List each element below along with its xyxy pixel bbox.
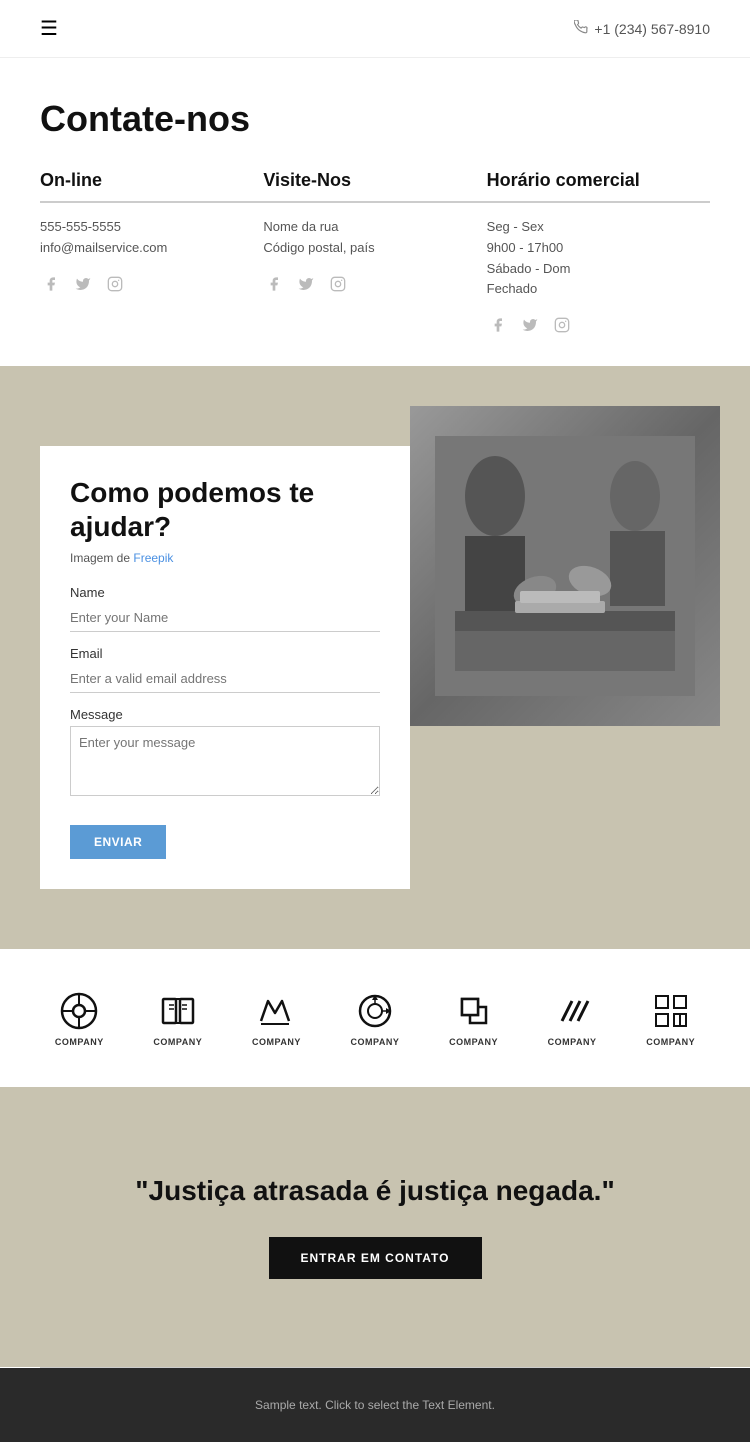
col-visit-heading: Visite-Nos (263, 170, 486, 191)
freepik-link[interactable]: Freepik (133, 551, 173, 565)
form-card: Como podemos te ajudar? Imagem de Freepi… (40, 446, 410, 889)
col-hours-weekend: Sábado - Dom (487, 259, 710, 280)
hero-image-placeholder (410, 406, 720, 726)
facebook-icon[interactable] (40, 273, 62, 295)
message-label: Message (70, 707, 380, 722)
logo-6[interactable]: COMPANY (548, 989, 597, 1047)
logo-4[interactable]: COMPANY (351, 989, 400, 1047)
twitter-icon-3[interactable] (519, 314, 541, 336)
twitter-icon[interactable] (72, 273, 94, 295)
contact-col-hours: Horário comercial Seg - Sex 9h00 - 17h00… (487, 170, 710, 336)
twitter-icon-2[interactable] (295, 273, 317, 295)
logo-6-label: COMPANY (548, 1037, 597, 1047)
logos-section: COMPANY COMPANY COMPANY (0, 949, 750, 1087)
col-hours-weekday-time: 9h00 - 17h00 (487, 238, 710, 259)
contact-section: Contate-nos On-line 555-555-5555 info@ma… (0, 58, 750, 366)
logo-1-label: COMPANY (55, 1037, 104, 1047)
col-visit-divider (263, 201, 486, 203)
header: ☰ +1 (234) 567-8910 (0, 0, 750, 58)
hero-image (410, 406, 720, 726)
logo-5[interactable]: COMPANY (449, 989, 498, 1047)
logo-7-label: COMPANY (646, 1037, 695, 1047)
logo-3-icon (254, 989, 298, 1033)
email-label: Email (70, 646, 380, 661)
message-input[interactable] (70, 726, 380, 796)
name-field-group: Name (70, 585, 380, 632)
footer: Sample text. Click to select the Text El… (0, 1368, 750, 1442)
col-visit-street: Nome da rua (263, 217, 486, 238)
logo-7[interactable]: COMPANY (646, 989, 695, 1047)
col-online-social (40, 273, 263, 295)
col-hours-closed: Fechado (487, 279, 710, 300)
contact-col-visit: Visite-Nos Nome da rua Código postal, pa… (263, 170, 486, 336)
email-field-group: Email (70, 646, 380, 693)
facebook-icon-3[interactable] (487, 314, 509, 336)
col-online-phone: 555-555-5555 (40, 217, 263, 238)
hamburger-menu[interactable]: ☰ (40, 16, 58, 41)
logo-2-icon (156, 989, 200, 1033)
logo-4-icon (353, 989, 397, 1033)
logo-3[interactable]: COMPANY (252, 989, 301, 1047)
quote-text: "Justiça atrasada é justiça negada." (135, 1175, 614, 1207)
logo-6-icon (550, 989, 594, 1033)
message-field-group: Message (70, 707, 380, 801)
col-visit-social (263, 273, 486, 295)
contact-button[interactable]: ENTRAR EM CONTATO (269, 1237, 482, 1279)
logo-1-icon (57, 989, 101, 1033)
logo-1[interactable]: COMPANY (55, 989, 104, 1047)
phone-area: +1 (234) 567-8910 (574, 20, 710, 37)
col-hours-social (487, 314, 710, 336)
footer-sample-text: Sample text. Click to select the Text El… (40, 1398, 710, 1412)
name-input[interactable] (70, 604, 380, 632)
form-heading: Como podemos te ajudar? (70, 476, 380, 543)
image-credit: Imagem de Freepik (70, 551, 380, 565)
col-online-heading: On-line (40, 170, 263, 191)
submit-button[interactable]: ENVIAR (70, 825, 166, 859)
facebook-icon-2[interactable] (263, 273, 285, 295)
instagram-icon-2[interactable] (327, 273, 349, 295)
col-online-divider (40, 201, 263, 203)
logo-2-label: COMPANY (153, 1037, 202, 1047)
phone-icon (574, 20, 588, 37)
col-hours-divider (487, 201, 710, 203)
name-label: Name (70, 585, 380, 600)
col-visit-postal: Código postal, país (263, 238, 486, 259)
logo-3-label: COMPANY (252, 1037, 301, 1047)
form-section: Como podemos te ajudar? Imagem de Freepi… (0, 366, 750, 949)
contact-columns: On-line 555-555-5555 info@mailservice.co… (40, 170, 710, 336)
logo-5-label: COMPANY (449, 1037, 498, 1047)
logo-7-icon (649, 989, 693, 1033)
col-hours-heading: Horário comercial (487, 170, 710, 191)
page-title: Contate-nos (40, 98, 710, 140)
instagram-icon[interactable] (104, 273, 126, 295)
contact-col-online: On-line 555-555-5555 info@mailservice.co… (40, 170, 263, 336)
logo-4-label: COMPANY (351, 1037, 400, 1047)
quote-section: "Justiça atrasada é justiça negada." ENT… (0, 1087, 750, 1367)
col-hours-weekdays: Seg - Sex (487, 217, 710, 238)
email-input[interactable] (70, 665, 380, 693)
logo-2[interactable]: COMPANY (153, 989, 202, 1047)
phone-number: +1 (234) 567-8910 (594, 21, 710, 37)
logo-5-icon (452, 989, 496, 1033)
col-online-email: info@mailservice.com (40, 238, 263, 259)
instagram-icon-3[interactable] (551, 314, 573, 336)
